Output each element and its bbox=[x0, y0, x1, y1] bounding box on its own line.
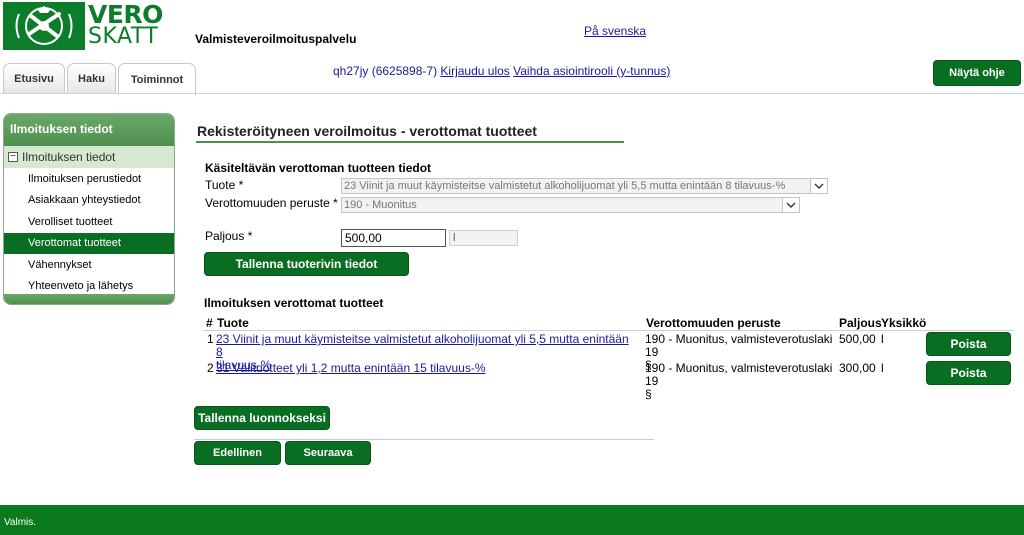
tabs-divider bbox=[0, 93, 1024, 94]
sidebar-group[interactable]: − Ilmoituksen tiedot bbox=[4, 146, 174, 168]
header-unit: Yksikkö bbox=[881, 316, 927, 330]
tab-toiminnot[interactable]: Toiminnot bbox=[118, 63, 196, 95]
main-tabs: Etusivu Haku Toiminnot bbox=[3, 63, 196, 95]
sidebar-header: Ilmoituksen tiedot bbox=[4, 114, 174, 146]
user-info: qh27jy (6625898-7) Kirjaudu ulos Vaihda … bbox=[333, 64, 670, 78]
tab-haku[interactable]: Haku bbox=[67, 63, 116, 94]
row-1-unit: l bbox=[881, 332, 884, 346]
basis-label: Verottomuuden peruste * bbox=[205, 196, 338, 210]
chevron-down-icon[interactable] bbox=[810, 179, 827, 193]
sidebar-group-label: Ilmoituksen tiedot bbox=[22, 150, 116, 164]
tab-etusivu[interactable]: Etusivu bbox=[3, 63, 65, 94]
show-help-button[interactable]: Näytä ohje bbox=[933, 60, 1021, 86]
header-amount: Paljous bbox=[839, 316, 882, 330]
row-1-basis-text: 190 - Muonitus, valmisteverotuslaki 19 bbox=[645, 332, 833, 359]
nav-divider bbox=[194, 439, 654, 440]
row-2-unit: l bbox=[881, 361, 884, 375]
row-2-basis-text: 190 - Muonitus, valmisteverotuslaki 19 bbox=[645, 361, 833, 388]
save-product-row-button[interactable]: Tallenna tuoterivin tiedot bbox=[204, 252, 409, 276]
basis-select-value: 190 - Muonitus bbox=[344, 199, 417, 211]
product-list-title: Ilmoituksen verottomat tuotteet bbox=[204, 296, 384, 310]
sidebar-item-vahennykset[interactable]: Vähennykset bbox=[4, 254, 174, 276]
status-bar: Valmis. bbox=[0, 505, 1024, 535]
product-select[interactable]: 23 Viinit ja muut käymisteitse valmistet… bbox=[341, 178, 828, 194]
vero-logo-icon bbox=[3, 2, 85, 50]
amount-input[interactable]: 500,00 bbox=[341, 229, 446, 247]
sidebar-item-yhteystiedot[interactable]: Asiakkaan yhteystiedot bbox=[4, 190, 174, 212]
status-text: Valmis. bbox=[4, 517, 37, 528]
user-id: qh27jy (6625898-7) bbox=[333, 64, 438, 78]
logout-link[interactable]: Kirjaudu ulos bbox=[440, 64, 509, 78]
sidebar-item-perustiedot[interactable]: Ilmoituksen perustiedot bbox=[4, 168, 174, 190]
product-label: Tuote * bbox=[205, 178, 244, 192]
row-2-basis-text-cont: § bbox=[645, 387, 652, 401]
minus-box-icon[interactable]: − bbox=[8, 152, 18, 162]
row-2-product-link[interactable]: 31 Välituotteet yli 1,2 mutta enintään 1… bbox=[216, 361, 486, 375]
sidebar-item-verolliset[interactable]: Verolliset tuotteet bbox=[4, 211, 174, 233]
chevron-down-icon[interactable] bbox=[782, 198, 799, 212]
title-underline bbox=[196, 141, 624, 143]
switch-role-link[interactable]: Vaihda asiointirooli (y-tunnus) bbox=[513, 64, 670, 78]
header-product: Tuote bbox=[217, 316, 249, 330]
service-name: Valmisteveroilmoituspalvelu bbox=[195, 32, 357, 46]
amount-label: Paljous * bbox=[205, 229, 253, 243]
page-title: Rekisteröityneen veroilmoitus - verottom… bbox=[197, 123, 537, 139]
row-1-amount: 500,00 bbox=[839, 332, 876, 346]
row-1-product-link[interactable]: 23 Viinit ja muut käymisteitse valmistet… bbox=[216, 332, 629, 359]
basis-select[interactable]: 190 - Muonitus bbox=[341, 197, 800, 213]
logo-vero-text: VERO bbox=[88, 0, 163, 29]
header-num: # bbox=[206, 316, 213, 330]
logo-skatt-text: SKATT bbox=[88, 24, 159, 49]
sidebar-footer bbox=[4, 294, 174, 304]
row-2-product: 31 Välituotteet yli 1,2 mutta enintään 1… bbox=[216, 362, 636, 375]
row-1-delete-button[interactable]: Poista bbox=[926, 332, 1011, 356]
row-2-basis: 190 - Muonitus, valmisteverotuslaki 19 § bbox=[645, 362, 835, 401]
row-2-num: 2 bbox=[207, 361, 214, 375]
table-header-divider bbox=[203, 330, 1014, 331]
row-2-amount: 300,00 bbox=[839, 361, 876, 375]
sidebar-nav: Ilmoituksen tiedot − Ilmoituksen tiedot … bbox=[3, 113, 175, 305]
header-basis: Verottomuuden peruste bbox=[646, 316, 781, 330]
swedish-language-link[interactable]: På svenska bbox=[584, 24, 646, 38]
previous-button[interactable]: Edellinen bbox=[194, 441, 281, 465]
save-draft-button[interactable]: Tallenna luonnokseksi bbox=[194, 406, 330, 430]
row-1-num: 1 bbox=[207, 332, 214, 346]
sidebar-item-verottomat[interactable]: Verottomat tuotteet bbox=[4, 232, 174, 254]
unit-field: l bbox=[449, 230, 518, 246]
row-2-delete-button[interactable]: Poista bbox=[926, 361, 1011, 385]
form-section-title: Käsiteltävän verottoman tuotteen tiedot bbox=[205, 161, 432, 175]
next-button[interactable]: Seuraava bbox=[285, 441, 371, 465]
product-select-value: 23 Viinit ja muut käymisteitse valmistet… bbox=[344, 180, 786, 192]
vero-skatt-logo: VERO SKATT bbox=[3, 0, 163, 50]
